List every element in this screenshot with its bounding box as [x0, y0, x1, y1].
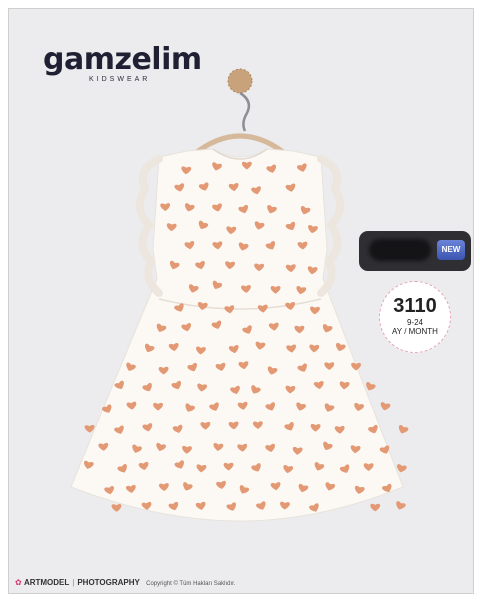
studio-name: ARTMODEL [23, 578, 70, 587]
brand-logo: gamzelim KIDSWEAR [43, 42, 202, 84]
studio-suffix: PHOTOGRAPHY [77, 578, 140, 587]
size-badge: 3110 9-24 AY / MONTH [379, 281, 451, 353]
copyright-text: Copyright © Tüm Hakları Saklıdır. [146, 581, 236, 587]
heart-icon [111, 503, 122, 512]
redacted-label [369, 239, 431, 261]
product-badge: NEW [359, 231, 471, 271]
heart-icon [396, 501, 406, 510]
heart-icon [380, 402, 391, 411]
heart-icon [370, 503, 381, 512]
new-badge: NEW [437, 240, 465, 260]
brand-tagline: KIDSWEAR [89, 76, 151, 83]
photo-frame: gamzelim KIDSWEAR NEW 3110 9-24 AY / MON… [8, 8, 474, 594]
dress [70, 148, 404, 522]
flower-icon: ✿ [15, 578, 22, 587]
heart-icon [398, 425, 409, 434]
product-code: 3110 [393, 295, 437, 317]
size-range: 9-24 [406, 318, 423, 327]
brand-name: gamzelim [43, 42, 202, 77]
hanger-hook [239, 91, 251, 132]
size-unit: AY / MONTH [392, 327, 438, 336]
footer-credit: ✿ ARTMODEL | PHOTOGRAPHY Copyright © Tüm H… [15, 578, 236, 587]
